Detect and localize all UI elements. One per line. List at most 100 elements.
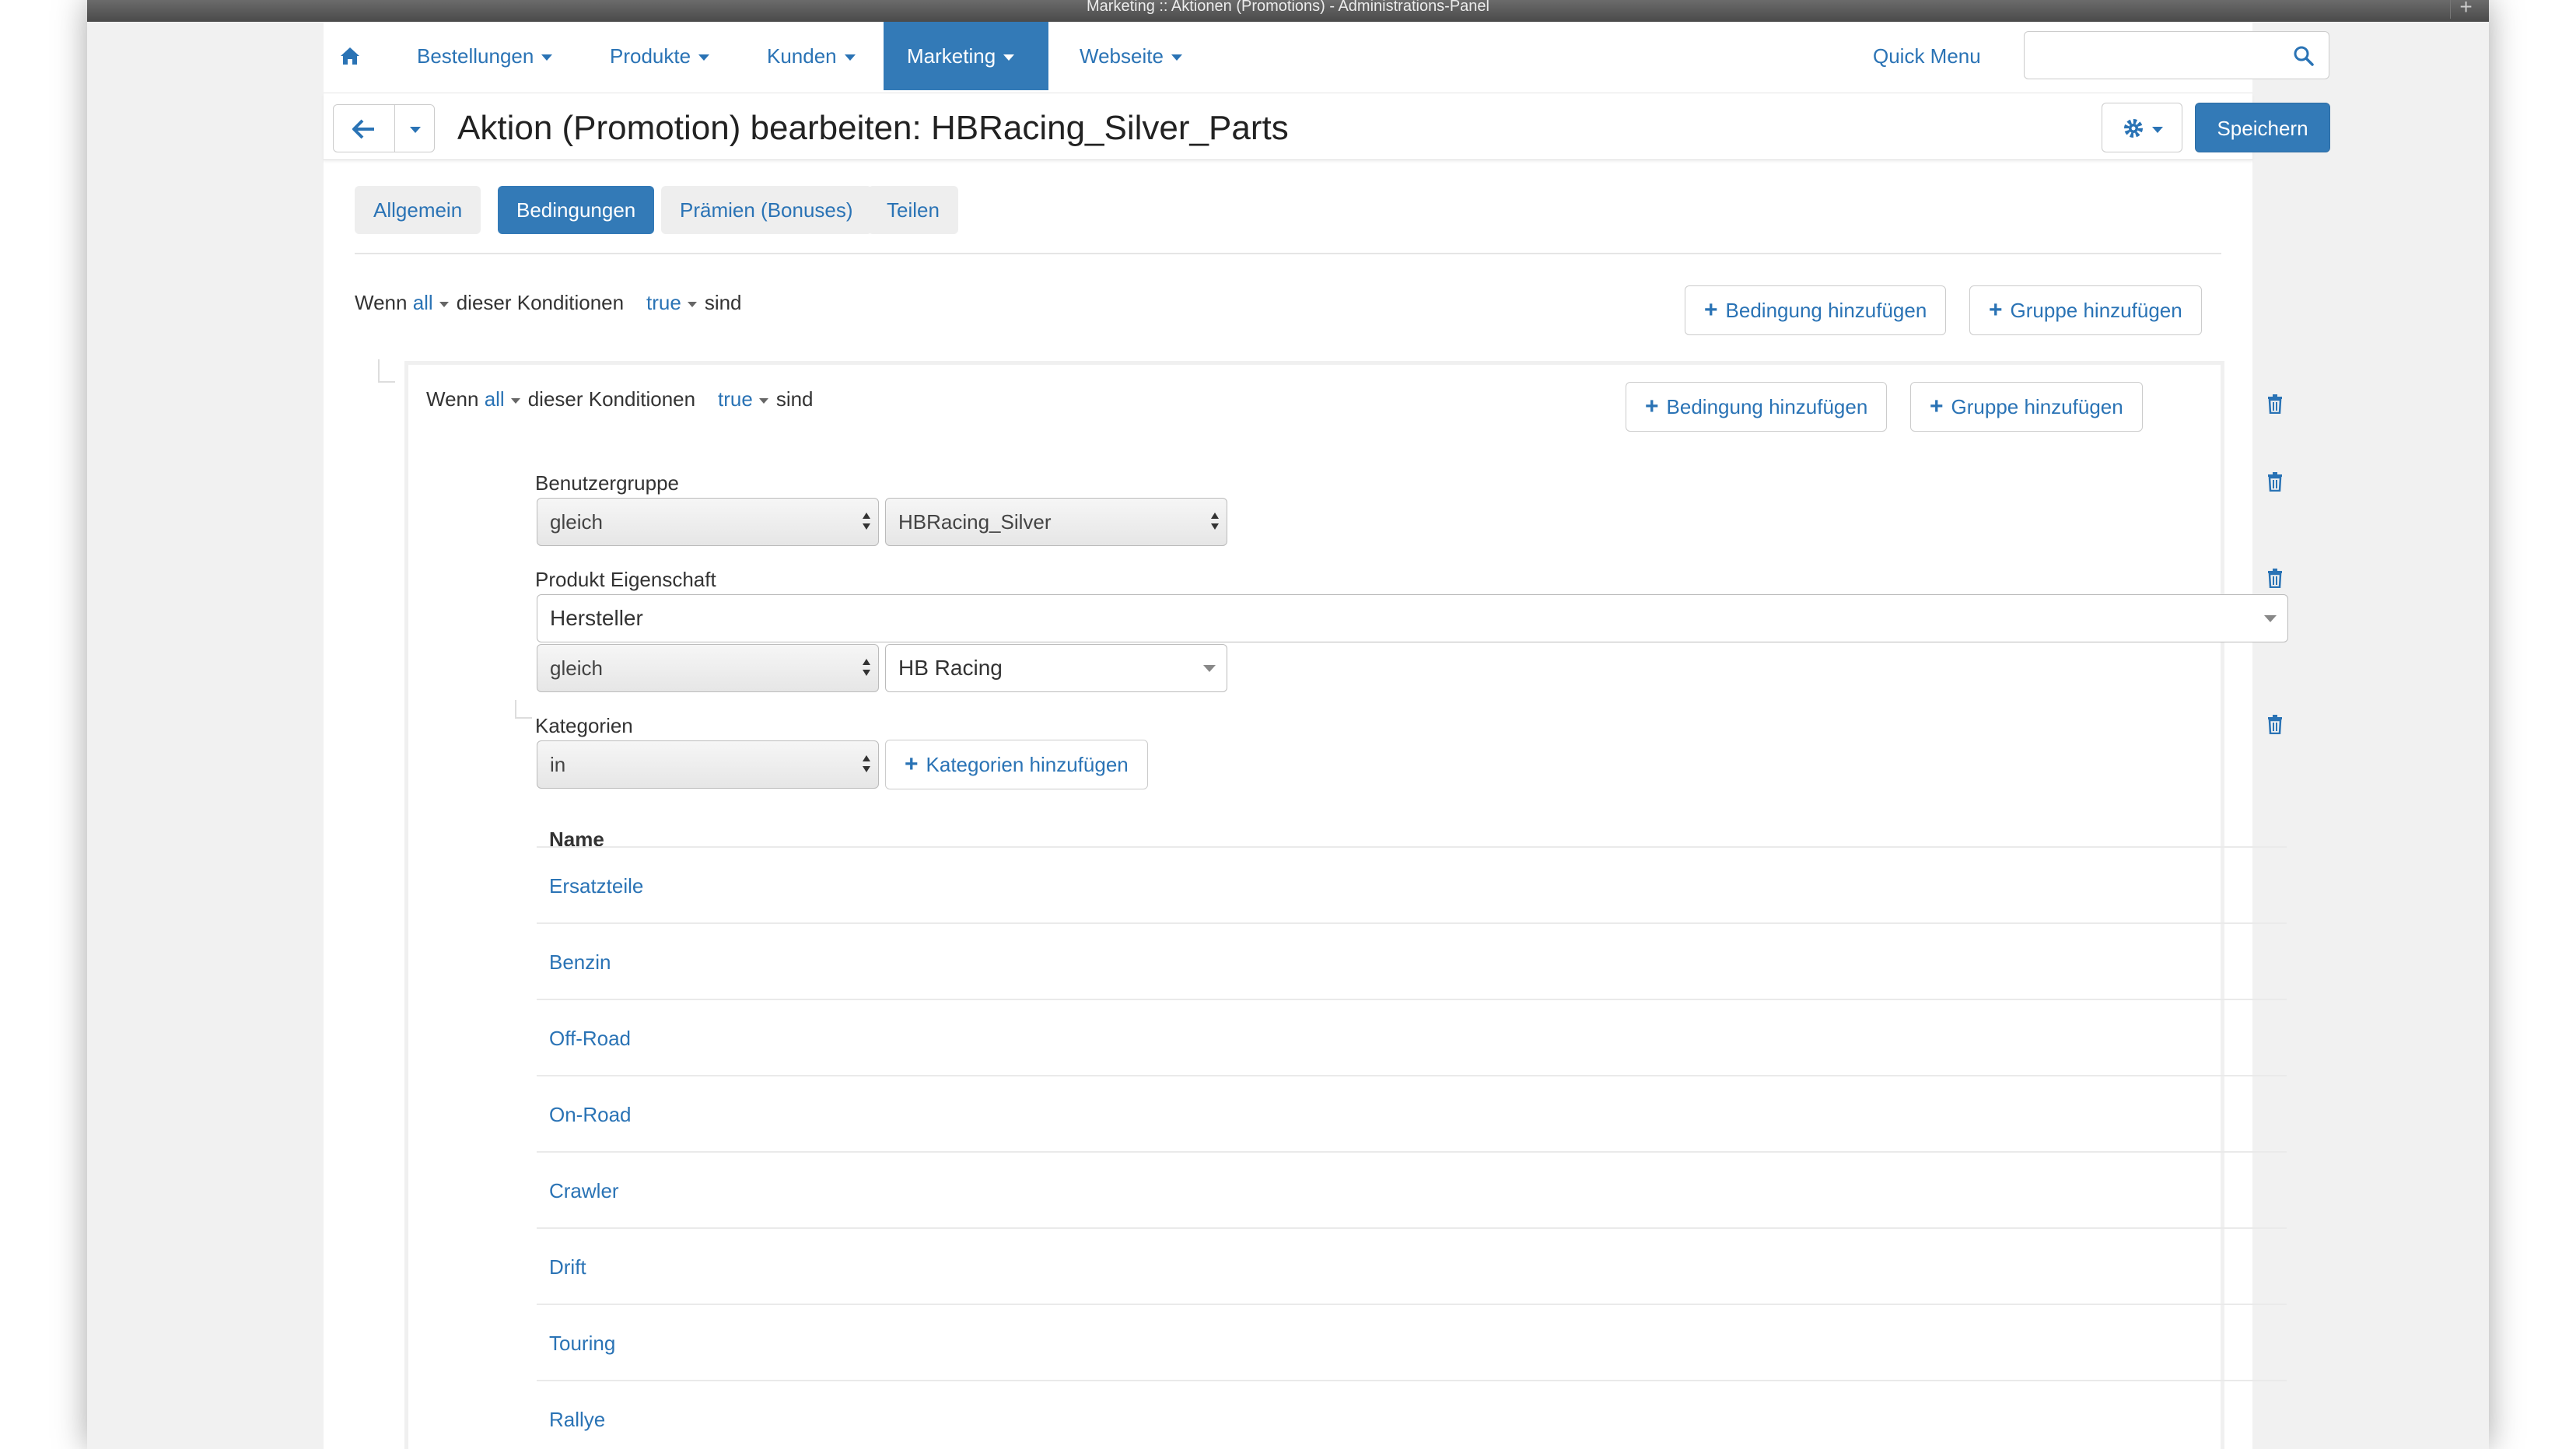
table-row: Benzin [537, 922, 2287, 999]
top-navigation: Bestellungen Produkte Kunden Marketing W… [324, 22, 2329, 93]
category-link[interactable]: Rallye [549, 1408, 605, 1432]
category-link[interactable]: Drift [549, 1255, 586, 1279]
new-tab-icon[interactable]: + [2450, 0, 2481, 19]
search-button[interactable] [2278, 31, 2329, 79]
category-link[interactable]: Benzin [549, 950, 611, 975]
window-titlebar: Marketing :: Aktionen (Promotions) - Adm… [87, 0, 2489, 22]
outer-condition-middle: dieser Konditionen [456, 291, 625, 314]
product-feature-select[interactable]: Hersteller [537, 594, 2288, 642]
tab-praemien[interactable]: Prämien (Bonuses) [661, 186, 872, 234]
select-arrows-icon [863, 659, 870, 677]
page-header: Aktion (Promotion) bearbeiten: HBRacing_… [324, 93, 2330, 160]
trash-icon[interactable] [2266, 471, 2284, 492]
trash-icon[interactable] [2266, 394, 2284, 414]
product-feature-value-select[interactable]: HB Racing [885, 644, 1227, 692]
trash-icon[interactable] [2266, 568, 2284, 588]
window-title: Marketing :: Aktionen (Promotions) - Adm… [1087, 0, 1489, 15]
table-row: Drift [537, 1227, 2287, 1304]
save-button[interactable]: Speichern [2195, 103, 2330, 152]
chevron-down-icon [1203, 665, 1216, 672]
category-link[interactable]: Crawler [549, 1179, 619, 1203]
nav-webseite[interactable]: Webseite [1056, 22, 1206, 90]
categories-operator-value: in [550, 753, 566, 776]
inner-add-group-button[interactable]: + Gruppe hinzufügen [1910, 382, 2143, 432]
category-link[interactable]: Touring [549, 1332, 615, 1356]
product-feature-operator-select[interactable]: gleich [537, 644, 879, 692]
admin-page: Bestellungen Produkte Kunden Marketing W… [324, 22, 2330, 1449]
chevron-down-icon [1171, 54, 1182, 61]
settings-dropdown-button[interactable] [2102, 103, 2182, 152]
page-title: Aktion (Promotion) bearbeiten: HBRacing_… [457, 109, 1289, 147]
category-link[interactable]: On-Road [549, 1103, 632, 1127]
nav-marketing-label: Marketing [907, 44, 996, 68]
outer-add-group-button[interactable]: + Gruppe hinzufügen [1969, 285, 2202, 335]
outer-condition-mode[interactable]: all [413, 291, 433, 314]
table-row: On-Road [537, 1075, 2287, 1151]
outer-add-condition-label: Bedingung hinzufügen [1725, 299, 1927, 322]
add-categories-label: Kategorien hinzufügen [926, 753, 1129, 776]
desktop-background-right [2489, 0, 2576, 1449]
outer-add-condition-button[interactable]: + Bedingung hinzufügen [1685, 285, 1947, 335]
back-button[interactable] [333, 104, 395, 152]
inner-add-condition-button[interactable]: + Bedingung hinzufügen [1626, 382, 1888, 432]
table-row: Rallye [537, 1380, 2287, 1449]
chevron-down-icon [698, 54, 710, 61]
chevron-down-icon [541, 54, 553, 61]
inner-condition-mode[interactable]: all [485, 387, 505, 411]
tab-bedingungen[interactable]: Bedingungen [498, 186, 655, 234]
chevron-down-icon [410, 127, 421, 133]
category-link[interactable]: Ersatzteile [549, 874, 643, 898]
nav-produkte-label: Produkte [610, 44, 691, 68]
outer-condition-value[interactable]: true [646, 291, 681, 314]
table-row: Off-Road [537, 999, 2287, 1075]
product-feature-label: Produkt Eigenschaft [535, 568, 716, 591]
usergroup-label: Benutzergruppe [535, 471, 680, 495]
categories-operator-select[interactable]: in [537, 740, 879, 789]
inner-condition-line: Wenn all dieser Konditionen true sind [426, 387, 814, 411]
nav-bestellungen[interactable]: Bestellungen [394, 22, 576, 90]
usergroup-value: HBRacing_Silver [898, 510, 1052, 534]
plus-icon: + [905, 751, 919, 777]
search-input[interactable] [2024, 31, 2279, 79]
tree-connector [515, 700, 532, 719]
tab-allgemein[interactable]: Allgemein [355, 186, 481, 234]
chevron-down-icon [687, 301, 697, 307]
chevron-down-icon [2152, 127, 2163, 133]
usergroup-operator-select[interactable]: gleich [537, 498, 879, 546]
plus-icon: + [1645, 394, 1659, 419]
gear-icon [2124, 119, 2143, 138]
nav-bestellungen-label: Bestellungen [417, 44, 534, 68]
product-feature-selected-value: HB Racing [898, 656, 1003, 680]
tab-divider [355, 253, 2221, 254]
chevron-down-icon [1003, 54, 1015, 61]
chevron-down-icon [2264, 615, 2277, 622]
nav-produkte[interactable]: Produkte [586, 22, 733, 90]
tree-connector [378, 359, 395, 383]
add-categories-button[interactable]: + Kategorien hinzufügen [885, 740, 1148, 789]
category-link[interactable]: Off-Road [549, 1027, 631, 1051]
table-row: Crawler [537, 1151, 2287, 1227]
outer-add-group-label: Gruppe hinzufügen [2010, 299, 2182, 322]
inner-add-group-label: Gruppe hinzufügen [1951, 395, 2123, 418]
history-dropdown-button[interactable] [394, 104, 435, 152]
nav-webseite-label: Webseite [1080, 44, 1164, 68]
inner-add-condition-label: Bedingung hinzufügen [1666, 395, 1868, 418]
browser-window: Marketing :: Aktionen (Promotions) - Adm… [87, 0, 2489, 1449]
chevron-down-icon [510, 397, 520, 404]
product-feature-operator-value: gleich [550, 656, 603, 680]
quick-menu-link[interactable]: Quick Menu [1873, 22, 1981, 90]
usergroup-value-select[interactable]: HBRacing_Silver [885, 498, 1227, 546]
nav-kunden[interactable]: Kunden [744, 22, 879, 90]
plus-icon: + [1704, 297, 1718, 323]
home-icon[interactable] [339, 45, 361, 67]
select-arrows-icon [1211, 513, 1219, 531]
trash-icon[interactable] [2266, 714, 2284, 734]
inner-condition-middle: dieser Konditionen [527, 387, 696, 411]
tab-teilen[interactable]: Teilen [868, 186, 958, 234]
inner-condition-value[interactable]: true [718, 387, 753, 411]
search-icon [2294, 46, 2314, 66]
product-feature-value: Hersteller [550, 606, 643, 630]
outer-condition-prefix: Wenn [355, 291, 408, 314]
nav-marketing[interactable]: Marketing [884, 22, 1048, 90]
usergroup-operator-value: gleich [550, 510, 603, 534]
